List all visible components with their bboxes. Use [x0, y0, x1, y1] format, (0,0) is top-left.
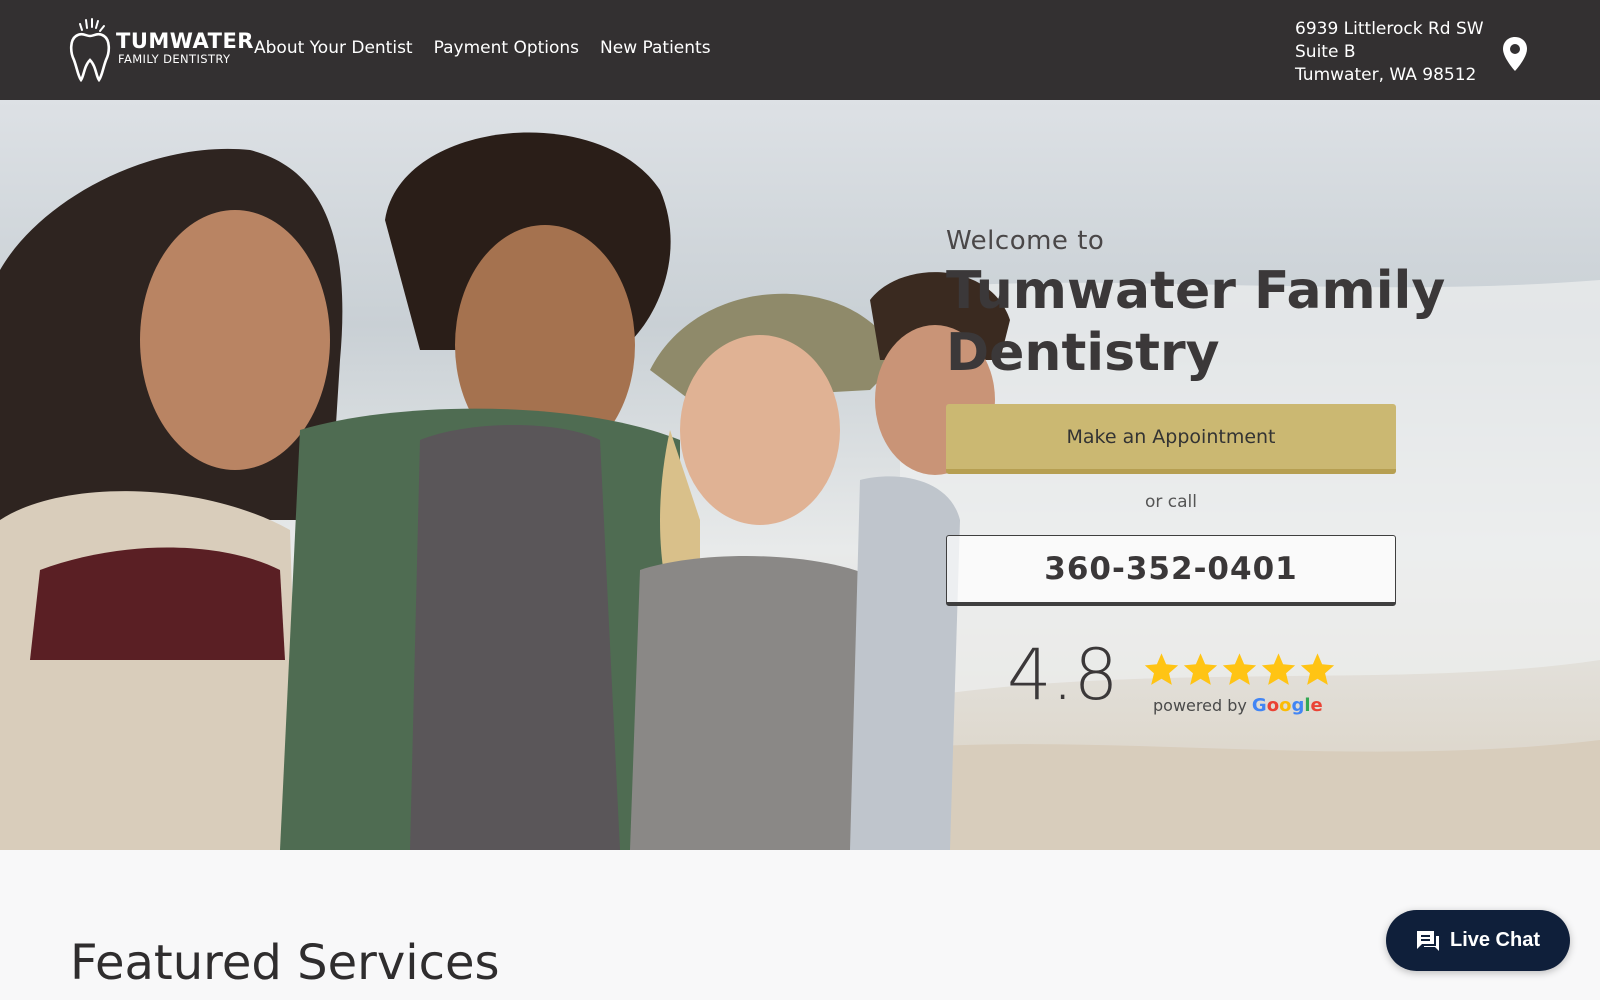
- site-logo[interactable]: TUMWATER FAMILY DENTISTRY: [68, 18, 253, 82]
- hero-photo: [0, 100, 1600, 850]
- google-logo: Google: [1251, 695, 1323, 716]
- star-icon: [1183, 653, 1218, 685]
- nav-link-new-patients[interactable]: New Patients: [600, 38, 711, 58]
- rating-value: 4.8: [1007, 634, 1119, 716]
- powered-by-text: powered by: [1153, 696, 1247, 715]
- star-icon: [1144, 653, 1179, 685]
- nav-link-payment-options[interactable]: Payment Options: [434, 38, 579, 58]
- or-call-text: or call: [1144, 492, 1197, 512]
- star-icon: [1261, 653, 1296, 685]
- map-pin-icon[interactable]: [1502, 36, 1528, 72]
- main-nav: About Your Dentist Payment Options New P…: [254, 38, 711, 58]
- phone-button[interactable]: 360-352-0401: [946, 535, 1396, 606]
- live-chat-label: Live Chat: [1449, 929, 1541, 951]
- nav-link-about-your-dentist[interactable]: About Your Dentist: [254, 38, 413, 58]
- live-chat-button[interactable]: Live Chat: [1386, 910, 1570, 971]
- featured-services-heading: Featured Services: [70, 935, 500, 991]
- address-line2: Suite B: [1295, 42, 1356, 62]
- tooth-logo-icon: [69, 18, 111, 82]
- make-appointment-button[interactable]: Make an Appointment: [946, 404, 1396, 474]
- hero-section: Welcome to Tumwater Family Dentistry Mak…: [0, 100, 1600, 850]
- powered-by-google: powered by Google: [1153, 695, 1323, 716]
- site-header: TUMWATER FAMILY DENTISTRY About Your Den…: [0, 0, 1600, 100]
- office-address[interactable]: 6939 Littlerock Rd SW Suite B Tumwater, …: [1295, 18, 1484, 87]
- chat-bubble-icon: [1416, 930, 1439, 951]
- star-icon: [1222, 653, 1257, 685]
- hero-welcome: Welcome to: [946, 226, 1105, 256]
- address-line1: 6939 Littlerock Rd SW: [1295, 19, 1484, 39]
- address-line3: Tumwater, WA 98512: [1295, 65, 1477, 85]
- rating-stars: [1143, 651, 1336, 688]
- star-icon: [1300, 653, 1335, 685]
- hero-title: Tumwater Family Dentistry: [946, 261, 1446, 383]
- logo-line1: TUMWATER: [116, 29, 254, 53]
- logo-wordmark: TUMWATER FAMILY DENTISTRY: [116, 30, 254, 66]
- logo-line2: FAMILY DENTISTRY: [118, 52, 231, 66]
